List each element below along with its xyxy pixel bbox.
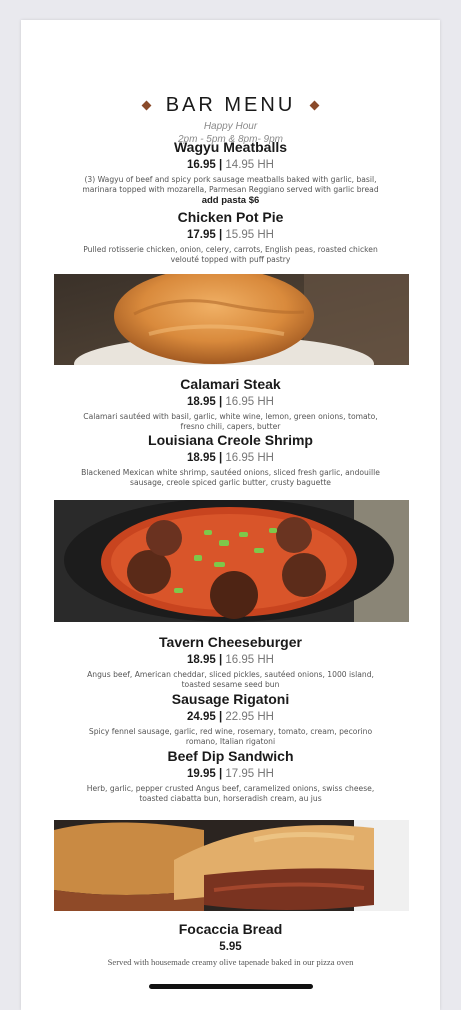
sandwich-image [54,820,409,911]
item-price: 16.95 [187,159,216,171]
price-separator: | [218,711,223,723]
item-price: 24.95 [187,711,216,723]
happy-hour-label: Happy Hour [203,121,258,132]
item-price-row: 18.95 | 16.95 HH [21,395,440,410]
price-separator: | [218,654,223,666]
price-separator: | [218,396,223,408]
price-separator: | [218,452,223,464]
item-price: 18.95 [187,452,216,464]
menu-item-beef-dip-sandwich: Beef Dip Sandwich 19.95 | 17.95 HH Herb,… [21,747,440,804]
item-happy-hour-price: 14.95 HH [225,159,274,171]
item-happy-hour-price: 16.95 HH [225,396,274,408]
item-price: 5.95 [219,941,242,953]
item-name: Beef Dip Sandwich [167,748,294,764]
menu-item-tavern-cheeseburger: Tavern Cheeseburger 18.95 | 16.95 HH Ang… [21,633,440,690]
item-description: Herb, garlic, pepper crusted Angus beef,… [86,784,375,803]
home-indicator[interactable] [149,984,313,989]
item-price: 18.95 [187,654,216,666]
item-price: 17.95 [187,229,216,241]
meatballs-image [54,500,409,622]
sandwich-photo [54,820,409,911]
diamond-right-icon [309,100,320,111]
item-price-row: 19.95 | 17.95 HH [21,767,440,782]
item-name: Calamari Steak [180,376,281,392]
item-price: 19.95 [187,768,216,780]
item-price-row: 24.95 | 22.95 HH [21,710,440,725]
menu-item-sausage-rigatoni: Sausage Rigatoni 24.95 | 22.95 HH Spicy … [21,690,440,747]
item-price-row: 5.95 [21,940,440,955]
item-price: 18.95 [187,396,216,408]
item-description: Angus beef, American cheddar, sliced pic… [87,670,374,689]
title-row: BAR MENU [21,94,440,117]
item-name: Sausage Rigatoni [171,691,290,707]
item-addon: add pasta $6 [201,195,260,206]
item-happy-hour-price: 16.95 HH [225,452,274,464]
item-description: Blackened Mexican white shrimp, sautéed … [81,468,380,487]
menu-item-calamari-steak: Calamari Steak 18.95 | 16.95 HH Calamari… [21,375,440,432]
diamond-left-icon [141,100,152,111]
menu-card: BAR MENU Happy Hour 2pm - 5pm & 8pm- 9pm… [21,20,440,1010]
item-price-row: 18.95 | 16.95 HH [21,451,440,466]
item-name: Wagyu Meatballs [173,139,288,155]
item-price-row: 16.95 | 14.95 HH [21,158,440,173]
item-description: Served with housemade creamy olive tapen… [107,957,354,967]
item-description: (3) Wagyu of beef and spicy pork sausage… [82,175,379,194]
item-name: Louisiana Creole Shrimp [148,432,313,448]
item-happy-hour-price: 22.95 HH [225,711,274,723]
item-name: Chicken Pot Pie [177,209,284,225]
item-description: Pulled rotisserie chicken, onion, celery… [83,245,378,264]
item-happy-hour-price: 15.95 HH [225,229,274,241]
item-name: Focaccia Bread [178,921,283,937]
item-happy-hour-price: 17.95 HH [225,768,274,780]
price-separator: | [218,159,223,171]
menu-title: BAR MENU [165,94,296,116]
item-price-row: 18.95 | 16.95 HH [21,653,440,668]
meatballs-photo [54,500,409,622]
menu-item-louisiana-creole-shrimp: Louisiana Creole Shrimp 18.95 | 16.95 HH… [21,431,440,488]
item-description: Spicy fennel sausage, garlic, red wine, … [88,727,373,746]
item-name: Tavern Cheeseburger [159,634,302,650]
price-separator: | [218,768,223,780]
item-happy-hour-price: 16.95 HH [225,654,274,666]
menu-item-focaccia-bread: Focaccia Bread 5.95 Served with housemad… [21,920,440,967]
item-description: Calamari sautéed with basil, garlic, whi… [83,412,378,431]
pot-pie-photo [54,274,409,365]
item-price-row: 17.95 | 15.95 HH [21,228,440,243]
pot-pie-image [54,274,409,365]
menu-item-chicken-pot-pie: Chicken Pot Pie 17.95 | 15.95 HH Pulled … [21,208,440,265]
price-separator: | [218,229,223,241]
menu-item-wagyu-meatballs: Wagyu Meatballs 16.95 | 14.95 HH (3) Wag… [21,138,440,206]
